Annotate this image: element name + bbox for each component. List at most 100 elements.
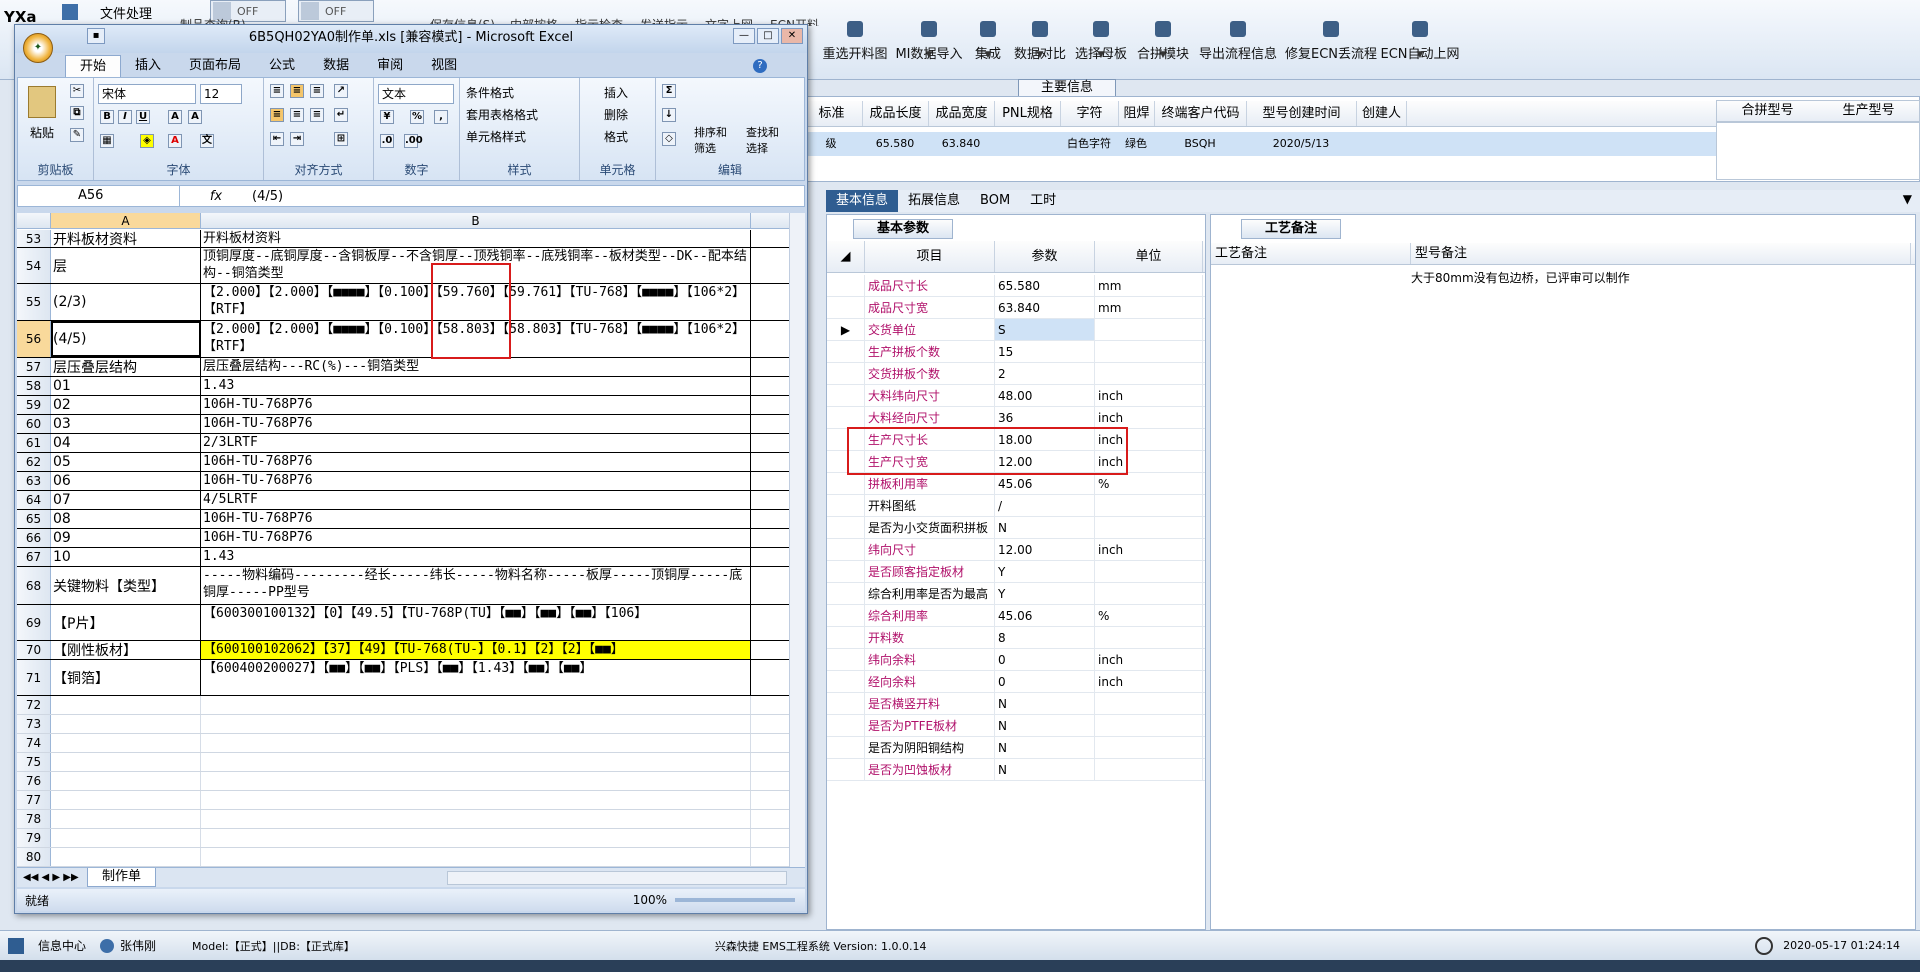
- param-row[interactable]: 大料经向尺寸 36 inch: [827, 407, 1205, 429]
- cell-b[interactable]: -----物料编码---------经长-----纬长-----物料名称----…: [201, 567, 751, 604]
- cell-a[interactable]: 07: [51, 491, 201, 509]
- vertical-scrollbar[interactable]: [789, 213, 805, 867]
- table-row[interactable]: 66 09 106H-TU-768P76: [17, 529, 789, 548]
- param-row[interactable]: 大料纬向尺寸 48.00 inch: [827, 385, 1205, 407]
- cell-b[interactable]: 2/3LRTF: [201, 434, 751, 452]
- info-selected-row[interactable]: 级 65.580 63.840 白色字符 绿色 BSQH 2020/5/13: [800, 132, 1718, 156]
- row-number[interactable]: 63: [17, 472, 51, 490]
- cell-a[interactable]: 开料板材资料: [51, 230, 201, 247]
- row-number[interactable]: 55: [17, 284, 51, 320]
- row-number[interactable]: 69: [17, 605, 51, 640]
- param-row[interactable]: 开料数 8: [827, 627, 1205, 649]
- delete-button[interactable]: 删除: [604, 106, 628, 123]
- table-row[interactable]: 69 【P片】 【600300100132】【0】【49.5】【TU-768P(TU…: [17, 605, 789, 641]
- cell-a[interactable]: 01: [51, 377, 201, 395]
- formula-input[interactable]: (4/5): [252, 189, 283, 204]
- row-number[interactable]: 74: [17, 734, 51, 752]
- toolbar-btn-4[interactable]: 选择母板 ▼: [1072, 0, 1130, 62]
- indent-dec-icon[interactable]: ⇤: [270, 132, 284, 146]
- toolbar-btn-3[interactable]: 数据对比 ▼: [1012, 0, 1068, 62]
- toolbar-btn-1[interactable]: MI数据导入 ▼: [895, 0, 963, 62]
- toolbar-btn-8[interactable]: ECN自动上网 ▼: [1380, 0, 1460, 62]
- tab-extended-info[interactable]: 拓展信息: [898, 190, 970, 212]
- table-row[interactable]: 76: [17, 772, 789, 791]
- param-row[interactable]: 生产拼板个数 15: [827, 341, 1205, 363]
- cell-b[interactable]: 106H-TU-768P76: [201, 529, 751, 547]
- align-top-icon[interactable]: ≡: [270, 84, 284, 98]
- row-number[interactable]: 78: [17, 810, 51, 828]
- cell-a[interactable]: [51, 772, 201, 790]
- cell-b[interactable]: 【600400200027】【■■】【■■】【PLS】【■■】【1.43】【■■…: [201, 660, 751, 695]
- indent-inc-icon[interactable]: ⇥: [290, 132, 304, 146]
- row-number[interactable]: 61: [17, 434, 51, 452]
- table-row[interactable]: 65 08 106H-TU-768P76: [17, 510, 789, 529]
- table-row[interactable]: 68 关键物料【类型】 -----物料编码---------经长-----纬长---…: [17, 567, 789, 605]
- cell-a[interactable]: [51, 791, 201, 809]
- table-row[interactable]: 54 层顶铜厚度--底铜厚度--含铜板厚--不含铜厚--顶残铜率--底残铜率--板…: [17, 248, 789, 284]
- row-number[interactable]: 75: [17, 753, 51, 771]
- cell-b[interactable]: [201, 753, 751, 771]
- param-row[interactable]: 拼板利用率 45.06%: [827, 473, 1205, 495]
- cell-a[interactable]: 08: [51, 510, 201, 528]
- row-number[interactable]: 79: [17, 829, 51, 847]
- cell-b[interactable]: 106H-TU-768P76: [201, 396, 751, 414]
- grow-font-icon[interactable]: A: [168, 110, 182, 124]
- conditional-format-button[interactable]: 条件格式: [466, 84, 514, 101]
- toolbar-btn-7[interactable]: 修复ECN丢流程: [1284, 0, 1378, 62]
- cell-a[interactable]: 03: [51, 415, 201, 433]
- cell-b[interactable]: 【600300100132】【0】【49.5】【TU-768P(TU】【■■】【…: [201, 605, 751, 640]
- row-number[interactable]: 64: [17, 491, 51, 509]
- ribbon-tab-insert[interactable]: 插入: [121, 55, 175, 77]
- tab-bom[interactable]: BOM: [970, 190, 1020, 212]
- param-row[interactable]: 是否为小交货面积拼板 N: [827, 517, 1205, 539]
- shrink-font-icon[interactable]: A: [188, 110, 202, 124]
- row-number[interactable]: 70: [17, 641, 51, 659]
- cell-b[interactable]: [201, 810, 751, 828]
- table-row[interactable]: 72: [17, 696, 789, 715]
- param-value[interactable]: 63.840: [995, 297, 1095, 318]
- chevron-down-icon[interactable]: ▼: [1903, 192, 1912, 206]
- bold-icon[interactable]: B: [100, 110, 114, 124]
- clear-icon[interactable]: ◇: [662, 132, 676, 146]
- table-row[interactable]: 61 04 2/3LRTF: [17, 434, 789, 453]
- cell-a[interactable]: 05: [51, 453, 201, 471]
- cell-b[interactable]: [201, 829, 751, 847]
- autosum-icon[interactable]: Σ: [662, 84, 676, 98]
- table-row[interactable]: 53 开料板材资料 开料板材资料: [17, 230, 789, 248]
- table-row[interactable]: 79: [17, 829, 789, 848]
- row-number[interactable]: 73: [17, 715, 51, 733]
- param-value[interactable]: N: [995, 517, 1095, 538]
- percent-icon[interactable]: %: [410, 110, 424, 124]
- table-row[interactable]: 77: [17, 791, 789, 810]
- row-number[interactable]: 54: [17, 248, 51, 283]
- cell-a[interactable]: (2/3): [51, 284, 201, 320]
- ribbon-tab-layout[interactable]: 页面布局: [175, 55, 255, 77]
- table-row[interactable]: 74: [17, 734, 789, 753]
- row-number[interactable]: 67: [17, 548, 51, 566]
- toolbar-btn-6[interactable]: 导出流程信息: [1196, 0, 1280, 62]
- cell-b[interactable]: [201, 734, 751, 752]
- align-bottom-icon[interactable]: ≡: [310, 84, 324, 98]
- copy-icon[interactable]: ⧉: [70, 106, 84, 120]
- row-number[interactable]: 68: [17, 567, 51, 604]
- param-row[interactable]: 综合利用率 45.06%: [827, 605, 1205, 627]
- cell-b[interactable]: 106H-TU-768P76: [201, 453, 751, 471]
- format-button[interactable]: 格式: [604, 128, 628, 145]
- param-value[interactable]: 48.00: [995, 385, 1095, 406]
- orientation-icon[interactable]: ↗: [334, 84, 348, 98]
- param-value[interactable]: 65.580: [995, 275, 1095, 296]
- sheet-nav-icon[interactable]: ◀◀ ◀ ▶ ▶▶: [23, 872, 79, 883]
- cell-b[interactable]: 106H-TU-768P76: [201, 415, 751, 433]
- sort-filter-button[interactable]: 排序和筛选: [694, 124, 734, 156]
- cell-b[interactable]: 1.43: [201, 377, 751, 395]
- row-number[interactable]: 77: [17, 791, 51, 809]
- row-number[interactable]: 57: [17, 358, 51, 376]
- param-row[interactable]: 成品尺寸长 65.580 mm: [827, 275, 1205, 297]
- fx-icon[interactable]: fx: [180, 189, 252, 204]
- zoom-slider[interactable]: [675, 898, 795, 902]
- cell-a[interactable]: [51, 734, 201, 752]
- param-value[interactable]: 12.00: [995, 539, 1095, 560]
- table-row[interactable]: 58 01 1.43: [17, 377, 789, 396]
- table-row[interactable]: 55 (2/3) 【2.000】【2.000】【■■■■】【0.100】【59.76…: [17, 284, 789, 321]
- cell-b[interactable]: [201, 848, 751, 866]
